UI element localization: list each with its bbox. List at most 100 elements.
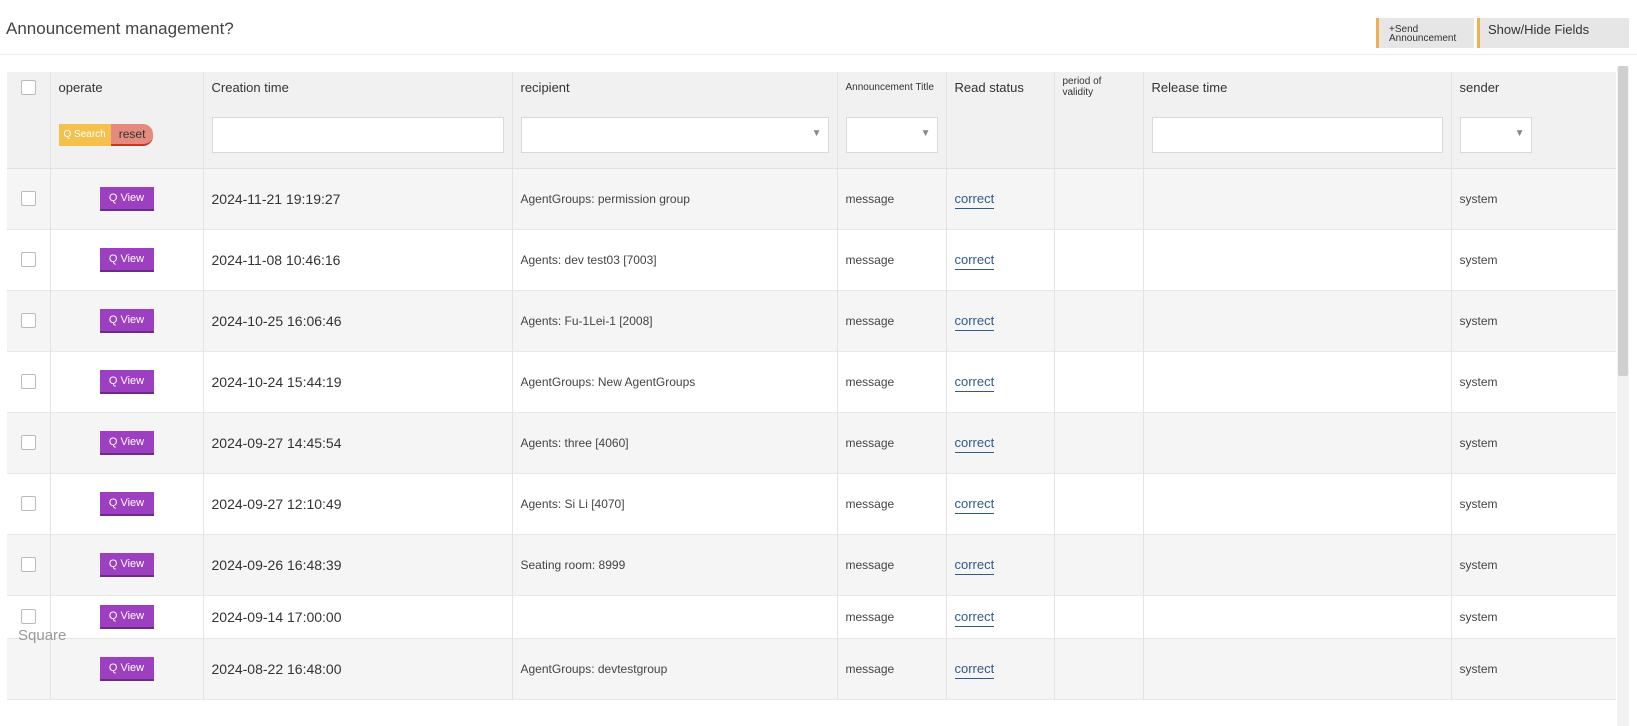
recipient-cell bbox=[512, 595, 838, 638]
sender-cell: system bbox=[1459, 374, 1498, 389]
recipient-cell: Seating room: 8999 bbox=[512, 534, 838, 595]
read-status-link[interactable]: correct bbox=[954, 313, 995, 331]
scrollbar-thumb[interactable] bbox=[1618, 66, 1628, 376]
announcement-title-cell: message bbox=[837, 595, 947, 638]
filter-creation-time-cell bbox=[203, 102, 513, 169]
period-of-validity-cell bbox=[1054, 229, 1144, 290]
column-header-period-of-validity[interactable]: period of validity bbox=[1054, 72, 1144, 102]
recipient-cell: Agents: dev test03 [7003] bbox=[512, 229, 838, 290]
read-status-cell: correct bbox=[946, 412, 1055, 473]
creation-time-cell: 2024-11-21 19:19:27 bbox=[203, 168, 513, 229]
title-filter-select[interactable]: ▼ bbox=[845, 116, 938, 153]
chevron-down-icon: ▼ bbox=[811, 127, 822, 139]
view-button[interactable]: Q View bbox=[99, 604, 154, 629]
creation-time-filter-input[interactable] bbox=[211, 116, 504, 153]
read-status-cell: correct bbox=[946, 168, 1055, 229]
view-button[interactable]: Q View bbox=[99, 430, 154, 455]
view-button[interactable]: Q View bbox=[99, 656, 154, 681]
row-operate-cell: Q View bbox=[50, 229, 204, 290]
row-select-cell bbox=[7, 229, 51, 290]
read-status-link[interactable]: correct bbox=[954, 191, 995, 209]
sender-cell: system bbox=[1459, 191, 1498, 206]
recipient-filter-select[interactable]: ▼ bbox=[520, 116, 829, 153]
row-operate-cell: Q View bbox=[50, 534, 204, 595]
row-checkbox[interactable] bbox=[20, 609, 36, 625]
filter-release-time-cell bbox=[1143, 102, 1452, 169]
period-of-validity-cell bbox=[1054, 534, 1144, 595]
row-operate-cell: Q View bbox=[50, 168, 204, 229]
row-select-cell bbox=[7, 473, 51, 534]
filter-recipient-cell: ▼ bbox=[512, 102, 838, 169]
table-row: Q View 2024-09-14 17:00:00 message correct s… bbox=[7, 595, 1616, 638]
view-button[interactable]: Q View bbox=[99, 369, 154, 394]
filter-title-cell: ▼ bbox=[837, 102, 947, 169]
period-of-validity-cell bbox=[1054, 351, 1144, 412]
read-status-link[interactable]: correct bbox=[954, 374, 995, 392]
column-header-read-status[interactable]: Read status bbox=[946, 72, 1055, 102]
search-button[interactable]: Q Search bbox=[58, 123, 111, 146]
column-header-sender[interactable]: sender bbox=[1451, 72, 1616, 102]
send-announcement-button[interactable]: +Send Announcement bbox=[1376, 18, 1474, 48]
read-status-cell: correct bbox=[946, 229, 1055, 290]
view-button[interactable]: Q View bbox=[99, 186, 154, 211]
read-status-link[interactable]: correct bbox=[954, 496, 995, 514]
column-header-creation-time[interactable]: Creation time bbox=[203, 72, 513, 102]
recipient-cell: Agents: Fu-1Lei-1 [2008] bbox=[512, 290, 838, 351]
column-header-operate: operate bbox=[50, 72, 204, 102]
row-select-cell bbox=[7, 290, 51, 351]
release-time-filter-input[interactable] bbox=[1151, 116, 1443, 153]
table-row: Q View 2024-10-25 16:06:46 Agents: Fu-1Lei… bbox=[7, 290, 1616, 351]
sender-cell: system bbox=[1459, 557, 1498, 572]
view-button[interactable]: Q View bbox=[99, 491, 154, 516]
creation-time-cell: 2024-08-22 16:48:00 bbox=[203, 638, 513, 699]
reset-button[interactable]: reset bbox=[110, 123, 154, 146]
read-status-link[interactable]: correct bbox=[954, 557, 995, 575]
view-button[interactable]: Q View bbox=[99, 308, 154, 333]
column-header-announcement-title[interactable]: Announcement Title bbox=[837, 72, 947, 102]
row-operate-cell: Q View bbox=[50, 290, 204, 351]
read-status-cell: correct bbox=[946, 595, 1055, 638]
creation-time-cell: 2024-11-08 10:46:16 bbox=[203, 229, 513, 290]
view-button[interactable]: Q View bbox=[99, 552, 154, 577]
row-checkbox[interactable] bbox=[20, 496, 36, 512]
view-button[interactable]: Q View bbox=[99, 247, 154, 272]
row-checkbox[interactable] bbox=[20, 374, 36, 390]
recipient-cell: AgentGroups: devtestgroup bbox=[512, 638, 838, 699]
row-operate-cell: Q View bbox=[50, 351, 204, 412]
chevron-down-icon: ▼ bbox=[920, 127, 931, 139]
announcement-title-cell: message bbox=[837, 534, 947, 595]
row-checkbox[interactable] bbox=[20, 252, 36, 268]
read-status-link[interactable]: correct bbox=[954, 435, 995, 453]
table-row: Q View 2024-09-27 14:45:54 Agents: three [… bbox=[7, 412, 1616, 473]
sender-cell: system bbox=[1459, 496, 1498, 511]
release-time-cell bbox=[1143, 290, 1452, 351]
page-header: Announcement management? +Send Announcem… bbox=[0, 0, 1637, 55]
period-of-validity-cell bbox=[1054, 412, 1144, 473]
row-checkbox[interactable] bbox=[20, 313, 36, 329]
row-checkbox[interactable] bbox=[20, 435, 36, 451]
read-status-link[interactable]: correct bbox=[954, 252, 995, 270]
row-operate-cell: Q View bbox=[50, 412, 204, 473]
release-time-cell bbox=[1143, 412, 1452, 473]
period-of-validity-cell bbox=[1054, 473, 1144, 534]
sender-filter-select[interactable]: ▼ bbox=[1459, 116, 1532, 153]
table-row: Q View 2024-10-24 15:44:19 AgentGroups: Ne… bbox=[7, 351, 1616, 412]
filter-validity-cell bbox=[1054, 102, 1144, 169]
read-status-link[interactable]: correct bbox=[954, 609, 995, 627]
read-status-cell: correct bbox=[946, 534, 1055, 595]
filter-sender-cell: ▼ bbox=[1451, 102, 1616, 169]
column-header-release-time[interactable]: Release time bbox=[1143, 72, 1452, 102]
row-select-cell bbox=[7, 412, 51, 473]
row-checkbox[interactable] bbox=[20, 191, 36, 207]
release-time-cell bbox=[1143, 638, 1452, 699]
announcement-title-cell: message bbox=[837, 229, 947, 290]
show-hide-fields-button[interactable]: Show/Hide Fields bbox=[1477, 18, 1629, 48]
row-operate-cell: Q View bbox=[50, 473, 204, 534]
read-status-link[interactable]: correct bbox=[954, 661, 995, 679]
table-row: Q View 2024-11-21 19:19:27 AgentGroups: pe… bbox=[7, 168, 1616, 229]
sender-cell: system bbox=[1459, 435, 1498, 450]
row-checkbox[interactable] bbox=[20, 557, 36, 573]
column-header-recipient[interactable]: recipient bbox=[512, 72, 838, 102]
release-time-cell bbox=[1143, 473, 1452, 534]
select-all-checkbox[interactable] bbox=[20, 80, 36, 96]
